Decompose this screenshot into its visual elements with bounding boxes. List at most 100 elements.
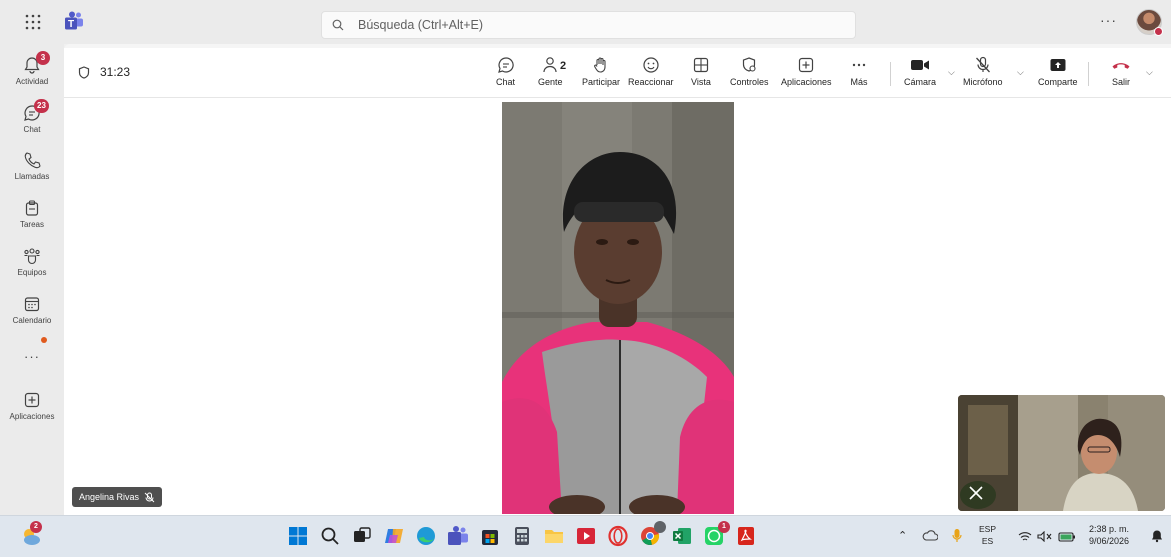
- more-options-button[interactable]: ···: [1100, 12, 1117, 28]
- chat-label: Chat: [496, 77, 516, 87]
- apps-button[interactable]: Aplicaciones: [781, 56, 832, 87]
- screen-recorder-app[interactable]: [575, 525, 597, 547]
- meeting-timer: 31:23: [78, 65, 130, 79]
- battery-icon[interactable]: [1058, 530, 1076, 542]
- more-apps-button[interactable]: ···: [0, 349, 64, 364]
- controls-label: Controles: [730, 77, 769, 87]
- windows-taskbar: 2 1 ⌃ ESP ES 2:38 p. m. 9/06/2026: [0, 515, 1171, 557]
- start-button[interactable]: [287, 525, 309, 547]
- teams-app[interactable]: [447, 525, 469, 547]
- clipboard-icon: [25, 200, 39, 216]
- taskbar-search[interactable]: [319, 525, 341, 547]
- notification-bell-icon[interactable]: [1150, 529, 1164, 543]
- people-button[interactable]: 2 Gente: [538, 56, 567, 87]
- camera-button[interactable]: Cámara: [904, 56, 936, 87]
- chrome-app[interactable]: [639, 521, 666, 547]
- plus-box-icon: [24, 392, 40, 408]
- store-app[interactable]: [479, 525, 501, 547]
- onedrive-cloud-icon[interactable]: [922, 530, 938, 542]
- person-icon: [543, 57, 557, 73]
- calculator-app[interactable]: [511, 525, 533, 547]
- rail-item-apps[interactable]: Aplicaciones: [0, 391, 64, 421]
- whatsapp-badge: 1: [718, 521, 730, 533]
- wifi-icon[interactable]: [1018, 531, 1032, 542]
- share-icon: [1050, 59, 1066, 71]
- keyboard-layout: ES: [981, 536, 994, 546]
- people-label: Gente: [538, 77, 563, 87]
- system-clock[interactable]: 2:38 p. m. 9/06/2026: [1089, 523, 1129, 547]
- camera-options-chevron-icon[interactable]: ⌵: [948, 67, 955, 78]
- mic-off-icon: [975, 56, 990, 73]
- rail-label: Aplicaciones: [9, 412, 55, 421]
- rail-item-calendar[interactable]: Calendario: [0, 295, 64, 325]
- mic-button[interactable]: Micrófono: [963, 56, 1003, 87]
- share-button[interactable]: Comparte: [1038, 56, 1078, 87]
- search-placeholder: Búsqueda (Ctrl+Alt+E): [358, 18, 484, 32]
- chrome-profile-badge: [654, 521, 666, 533]
- windows-logo-icon: [289, 527, 307, 545]
- toolbar-divider: [890, 62, 891, 86]
- shield-icon: [78, 65, 90, 79]
- phone-icon: [24, 152, 41, 169]
- camera-icon: [911, 60, 929, 70]
- leave-options-chevron-icon[interactable]: ⌵: [1146, 67, 1153, 78]
- grid-view-icon: [693, 57, 709, 73]
- edge-app[interactable]: [415, 525, 437, 547]
- hang-up-icon: [1112, 63, 1130, 69]
- rail-label: Actividad: [15, 77, 49, 86]
- apps-label: Aplicaciones: [781, 77, 832, 87]
- plus-box-icon: [799, 57, 814, 73]
- copilot-app[interactable]: [383, 525, 405, 547]
- chat-icon: [497, 57, 514, 73]
- search-input[interactable]: Búsqueda (Ctrl+Alt+E): [321, 11, 856, 39]
- weather-badge: 2: [30, 521, 42, 533]
- controls-button[interactable]: Controles: [730, 56, 769, 87]
- people-icon: [24, 248, 40, 265]
- rail-item-teams[interactable]: Equipos: [0, 247, 64, 277]
- more-actions-button[interactable]: Más: [850, 56, 868, 87]
- title-bar: T Búsqueda (Ctrl+Alt+E) ···: [0, 0, 1171, 44]
- weather-widget[interactable]: 2: [20, 521, 42, 547]
- svg-text:T: T: [68, 19, 74, 30]
- hand-icon: [594, 57, 606, 73]
- profile-avatar[interactable]: [1136, 9, 1163, 36]
- people-count: 2: [560, 60, 567, 72]
- input-language-indicator[interactable]: ESP ES: [979, 523, 996, 547]
- raise-hand-button[interactable]: Participar: [582, 56, 620, 87]
- speaker-muted-icon[interactable]: [1037, 531, 1053, 542]
- rail-item-tasks[interactable]: Tareas: [0, 199, 64, 229]
- mic-options-chevron-icon[interactable]: ⌵: [1017, 67, 1024, 78]
- whatsapp-app[interactable]: 1: [703, 521, 730, 547]
- opera-app[interactable]: [607, 525, 629, 547]
- chat-badge: 23: [34, 99, 49, 113]
- rail-item-activity[interactable]: 3 Actividad: [0, 51, 64, 86]
- leave-button[interactable]: Salir: [1111, 56, 1131, 87]
- acrobat-app[interactable]: [735, 525, 757, 547]
- more-icon: [852, 63, 866, 67]
- busy-status-icon: [1154, 27, 1163, 36]
- participant-name: Angelina Rivas: [79, 492, 140, 502]
- chat-button[interactable]: Chat: [496, 56, 515, 87]
- view-button[interactable]: Vista: [691, 56, 711, 87]
- file-explorer-app[interactable]: [543, 525, 565, 547]
- copilot-icon: [385, 529, 403, 543]
- smile-icon: [643, 57, 659, 73]
- self-view-video: [958, 395, 1165, 511]
- clock-date: 9/06/2026: [1089, 536, 1130, 546]
- rail-label: Chat: [23, 125, 41, 134]
- share-label: Comparte: [1038, 77, 1078, 87]
- task-view-button[interactable]: [351, 525, 373, 547]
- show-hidden-icons-chevron-icon[interactable]: ⌃: [898, 529, 907, 542]
- rail-item-chat[interactable]: 23 Chat: [0, 99, 64, 134]
- microphone-in-use-icon[interactable]: [952, 528, 962, 544]
- raise-label: Participar: [582, 77, 621, 87]
- calendar-icon: [24, 297, 40, 312]
- calculator-icon: [515, 527, 529, 545]
- pdf-icon: [738, 527, 754, 545]
- app-launcher-icon[interactable]: [24, 13, 42, 31]
- excel-app[interactable]: [671, 525, 693, 547]
- react-button[interactable]: Reaccionar: [628, 56, 674, 87]
- search-icon: [332, 19, 344, 31]
- app-bar: 3 Actividad 23 Chat Llamadas Tareas Equi…: [0, 44, 64, 515]
- rail-item-calls[interactable]: Llamadas: [0, 151, 64, 181]
